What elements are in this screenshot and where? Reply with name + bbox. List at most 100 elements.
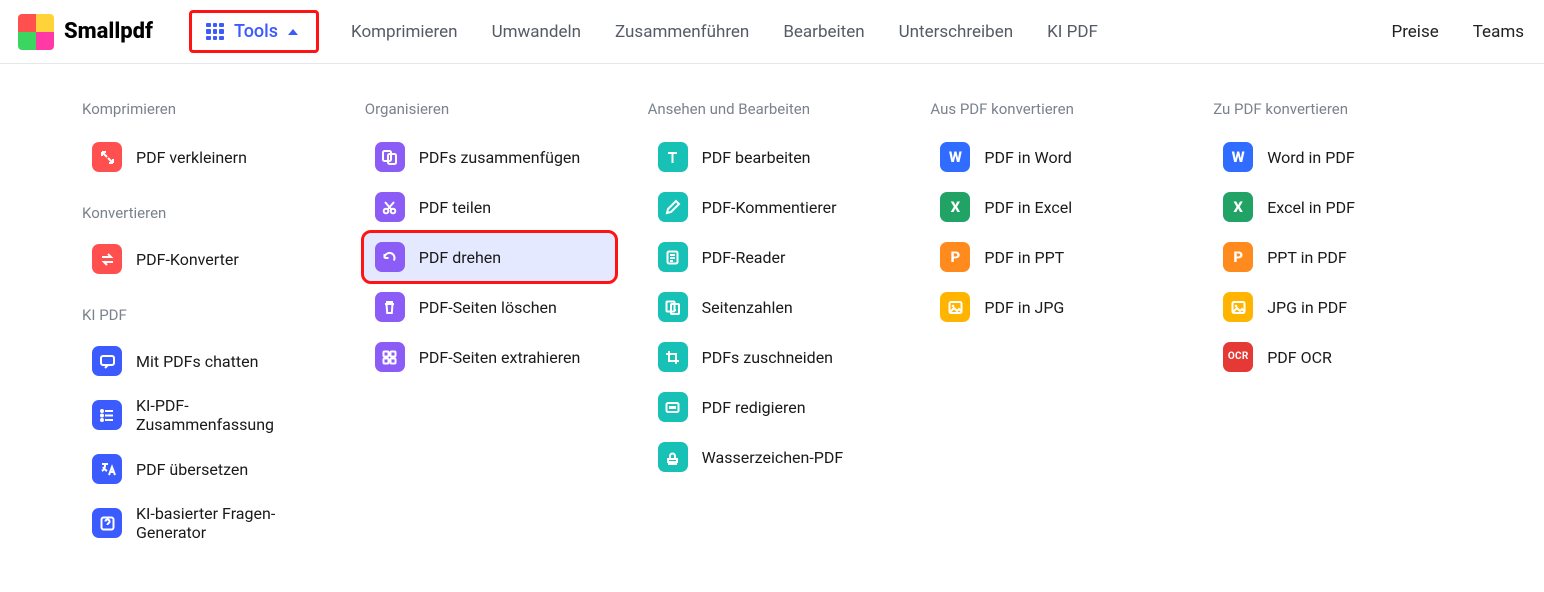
tool-page-numbers[interactable]: Seitenzahlen bbox=[646, 282, 899, 332]
nav-merge[interactable]: Zusammenführen bbox=[613, 16, 751, 48]
mega-column: KomprimierenPDF verkleinernKonvertierenP… bbox=[80, 100, 333, 552]
tool-label: JPG in PDF bbox=[1267, 298, 1347, 317]
nav-sign[interactable]: Unterschreiben bbox=[897, 16, 1015, 48]
tool-label: PDF-Reader bbox=[702, 248, 786, 267]
compress-icon bbox=[92, 142, 122, 172]
tool-label: Excel in PDF bbox=[1267, 198, 1355, 217]
tool-pdf-to-excel[interactable]: X PDF in Excel bbox=[928, 182, 1181, 232]
tool-edit-pdf[interactable]: PDF bearbeiten bbox=[646, 132, 899, 182]
image-icon bbox=[1223, 292, 1253, 322]
redact-icon bbox=[658, 392, 688, 422]
pen-icon bbox=[658, 192, 688, 222]
text-icon bbox=[658, 142, 688, 172]
caret-up-icon bbox=[288, 29, 298, 35]
column-heading: Komprimieren bbox=[80, 100, 333, 118]
tool-label: PDF übersetzen bbox=[136, 460, 248, 479]
tool-delete-pages[interactable]: PDF-Seiten löschen bbox=[363, 282, 616, 332]
chat-icon bbox=[92, 346, 122, 376]
tool-label: PDFs zusammenfügen bbox=[419, 148, 580, 167]
tool-pdf-ocr[interactable]: OCR PDF OCR bbox=[1211, 332, 1464, 382]
tool-label: PDF drehen bbox=[419, 248, 501, 267]
tool-pdf-to-ppt[interactable]: P PDF in PPT bbox=[928, 232, 1181, 282]
question-icon bbox=[92, 508, 122, 538]
w-glyph-icon: W bbox=[1223, 142, 1253, 172]
crop-icon bbox=[658, 342, 688, 372]
doc-icon bbox=[658, 242, 688, 272]
tool-label: PDF verkleinern bbox=[136, 148, 247, 167]
tool-label: PDF-Konverter bbox=[136, 250, 239, 269]
brand-name: Smallpdf bbox=[64, 19, 153, 44]
cut-icon bbox=[375, 192, 405, 222]
tool-pdf-converter[interactable]: PDF-Konverter bbox=[80, 234, 333, 284]
list-icon bbox=[92, 400, 122, 430]
nav-compress[interactable]: Komprimieren bbox=[349, 16, 460, 48]
tool-label: KI-PDF-Zusammenfassung bbox=[136, 396, 321, 434]
tool-ai-questions[interactable]: KI-basierter Fragen-Generator bbox=[80, 494, 333, 552]
main-nav: Tools Komprimieren Umwandeln Zusammenfüh… bbox=[189, 10, 1100, 53]
tool-annotate-pdf[interactable]: PDF-Kommentierer bbox=[646, 182, 899, 232]
tool-label: PDF-Seiten extrahieren bbox=[419, 348, 581, 367]
column-subheading: KI PDF bbox=[80, 306, 333, 324]
p-glyph-icon: P bbox=[940, 242, 970, 272]
tool-crop-pdf[interactable]: PDFs zuschneiden bbox=[646, 332, 899, 382]
swap-icon bbox=[92, 244, 122, 274]
tool-ppt-to-pdf[interactable]: PPPT in PDF bbox=[1211, 232, 1464, 282]
tools-dropdown-button[interactable]: Tools bbox=[189, 10, 319, 53]
tool-pdf-to-word[interactable]: WPDF in Word bbox=[928, 132, 1181, 182]
tool-pdf-to-jpg[interactable]: PDF in JPG bbox=[928, 282, 1181, 332]
tools-mega-menu: KomprimierenPDF verkleinernKonvertierenP… bbox=[0, 64, 1544, 592]
tool-label: Wasserzeichen-PDF bbox=[702, 448, 844, 467]
tool-chat-pdf[interactable]: Mit PDFs chatten bbox=[80, 336, 333, 386]
mega-column: Ansehen und BearbeitenPDF bearbeitenPDF-… bbox=[646, 100, 899, 552]
tool-translate-pdf[interactable]: PDF übersetzen bbox=[80, 444, 333, 494]
mega-column: Organisieren PDFs zusammenfügen PDF teilen… bbox=[363, 100, 616, 552]
tool-split-pdf[interactable]: PDF teilen bbox=[363, 182, 616, 232]
tool-label: PDF teilen bbox=[419, 198, 491, 217]
tool-label: PDF in PPT bbox=[984, 248, 1064, 267]
column-heading: Zu PDF konvertieren bbox=[1211, 100, 1464, 118]
tool-jpg-to-pdf[interactable]: JPG in PDF bbox=[1211, 282, 1464, 332]
column-heading: Organisieren bbox=[363, 100, 616, 118]
x-glyph-icon: X bbox=[940, 192, 970, 222]
pagenum-icon bbox=[658, 292, 688, 322]
tool-ai-summary[interactable]: KI-PDF-Zusammenfassung bbox=[80, 386, 333, 444]
tool-extract-pages[interactable]: PDF-Seiten extrahieren bbox=[363, 332, 616, 382]
tool-label: PDF-Seiten löschen bbox=[419, 298, 557, 317]
tool-compress-pdf[interactable]: PDF verkleinern bbox=[80, 132, 333, 182]
nav-teams[interactable]: Teams bbox=[1471, 16, 1526, 48]
column-heading: Aus PDF konvertieren bbox=[928, 100, 1181, 118]
nav-convert[interactable]: Umwandeln bbox=[490, 16, 583, 48]
ocr-glyph-icon: OCR bbox=[1223, 342, 1253, 372]
mega-column: Zu PDF konvertieren W Word in PDF X Excel in… bbox=[1211, 100, 1464, 552]
tool-pdf-reader[interactable]: PDF-Reader bbox=[646, 232, 899, 282]
tool-label: PDF in Word bbox=[984, 148, 1071, 167]
tool-label: Word in PDF bbox=[1267, 148, 1354, 167]
tool-excel-to-pdf[interactable]: X Excel in PDF bbox=[1211, 182, 1464, 232]
merge-icon bbox=[375, 142, 405, 172]
mega-column: Aus PDF konvertieren WPDF in Word X PDF in … bbox=[928, 100, 1181, 552]
tool-label: PPT in PDF bbox=[1267, 248, 1347, 267]
tool-label: PDF OCR bbox=[1267, 348, 1332, 367]
apps-grid-icon bbox=[206, 23, 224, 41]
app-header: Smallpdf Tools Komprimieren Umwandeln Zu… bbox=[0, 0, 1544, 64]
tool-watermark-pdf[interactable]: Wasserzeichen-PDF bbox=[646, 432, 899, 482]
tool-rotate-pdf[interactable]: PDF drehen bbox=[363, 232, 616, 282]
tool-label: Seitenzahlen bbox=[702, 298, 793, 317]
tool-label: PDF in JPG bbox=[984, 298, 1064, 317]
nav-right: Preise Teams bbox=[1389, 16, 1526, 48]
tool-redact-pdf[interactable]: PDF redigieren bbox=[646, 382, 899, 432]
grid-icon bbox=[375, 342, 405, 372]
tool-word-to-pdf[interactable]: W Word in PDF bbox=[1211, 132, 1464, 182]
nav-ai-pdf[interactable]: KI PDF bbox=[1045, 16, 1100, 48]
tools-label: Tools bbox=[234, 21, 278, 42]
trash-icon bbox=[375, 292, 405, 322]
tool-label: PDF in Excel bbox=[984, 198, 1072, 217]
x-glyph-icon: X bbox=[1223, 192, 1253, 222]
nav-pricing[interactable]: Preise bbox=[1389, 16, 1440, 48]
nav-edit[interactable]: Bearbeiten bbox=[781, 16, 866, 48]
rotate-icon bbox=[375, 242, 405, 272]
brand-logo[interactable]: Smallpdf bbox=[18, 14, 153, 50]
logo-mark-icon bbox=[18, 14, 54, 50]
tool-merge-pdf[interactable]: PDFs zusammenfügen bbox=[363, 132, 616, 182]
tool-label: PDF-Kommentierer bbox=[702, 198, 837, 217]
